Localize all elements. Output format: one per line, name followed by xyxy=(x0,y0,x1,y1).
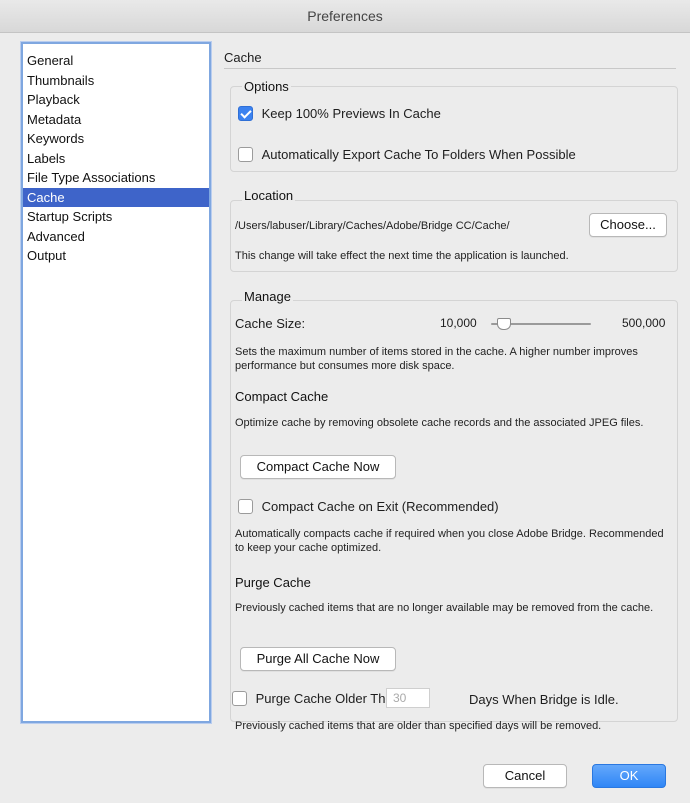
sidebar-item-labels[interactable]: Labels xyxy=(23,149,209,169)
sidebar-item-metadata[interactable]: Metadata xyxy=(23,110,209,130)
cache-size-slider-thumb[interactable] xyxy=(497,318,511,330)
compact-cache-now-button[interactable]: Compact Cache Now xyxy=(240,455,396,479)
preferences-sidebar: General Thumbnails Playback Metadata Key… xyxy=(21,42,211,723)
compact-on-exit-checkbox[interactable] xyxy=(238,499,253,515)
purge-older-description: Previously cached items that are older t… xyxy=(235,720,602,732)
window-title: Preferences xyxy=(0,0,690,33)
sidebar-item-thumbnails[interactable]: Thumbnails xyxy=(23,71,209,91)
compact-cache-description: Optimize cache by removing obsolete cach… xyxy=(235,417,644,429)
keep-previews-label: Keep 100% Previews In Cache xyxy=(261,106,441,122)
cache-size-label: Cache Size: xyxy=(235,316,306,331)
auto-export-checkbox[interactable] xyxy=(238,147,253,163)
location-heading: Location xyxy=(242,188,296,203)
sidebar-item-playback[interactable]: Playback xyxy=(23,90,209,110)
compact-cache-heading: Compact Cache xyxy=(235,389,329,404)
sidebar-item-keywords[interactable]: Keywords xyxy=(23,129,209,149)
compact-on-exit-label: Compact Cache on Exit (Recommended) xyxy=(261,499,499,515)
cache-size-max: 500,000 xyxy=(622,316,666,330)
purge-older-suffix: Days When Bridge is Idle. xyxy=(469,692,619,707)
cache-size-min: 10,000 xyxy=(440,316,477,330)
purge-all-cache-now-button[interactable]: Purge All Cache Now xyxy=(240,647,396,671)
options-heading: Options xyxy=(242,79,291,94)
purge-cache-description: Previously cached items that are no long… xyxy=(235,602,654,614)
compact-on-exit-row[interactable]: Compact Cache on Exit (Recommended) xyxy=(238,498,499,515)
sidebar-item-file-type-associations[interactable]: File Type Associations xyxy=(23,168,209,188)
cancel-button[interactable]: Cancel xyxy=(483,764,567,788)
sidebar-item-startup-scripts[interactable]: Startup Scripts xyxy=(23,207,209,227)
cache-location-path: /Users/labuser/Library/Caches/Adobe/Brid… xyxy=(235,220,510,232)
cache-size-description: Sets the maximum number of items stored … xyxy=(235,346,638,372)
choose-button[interactable]: Choose... xyxy=(589,213,667,237)
compact-on-exit-description: Automatically compacts cache if required… xyxy=(235,528,664,554)
purge-older-label: Purge Cache Older Than xyxy=(255,691,400,707)
ok-button[interactable]: OK xyxy=(592,764,666,788)
purge-cache-heading: Purge Cache xyxy=(235,575,311,590)
sidebar-item-cache[interactable]: Cache xyxy=(23,187,209,207)
sidebar-item-output[interactable]: Output xyxy=(23,246,209,266)
manage-heading: Manage xyxy=(242,289,293,304)
sidebar-item-advanced[interactable]: Advanced xyxy=(23,227,209,247)
keep-previews-checkbox[interactable] xyxy=(238,106,253,122)
keep-previews-row[interactable]: Keep 100% Previews In Cache xyxy=(238,105,441,122)
location-note: This change will take effect the next ti… xyxy=(235,250,569,262)
sidebar-item-general[interactable]: General xyxy=(23,51,209,71)
auto-export-row[interactable]: Automatically Export Cache To Folders Wh… xyxy=(238,146,576,163)
purge-days-input[interactable]: 30 xyxy=(386,688,430,708)
purge-older-checkbox[interactable] xyxy=(232,691,247,707)
panel-title: Cache xyxy=(224,50,262,65)
panel-title-divider xyxy=(224,68,676,69)
purge-older-row[interactable]: Purge Cache Older Than xyxy=(232,690,400,707)
auto-export-label: Automatically Export Cache To Folders Wh… xyxy=(261,147,576,163)
